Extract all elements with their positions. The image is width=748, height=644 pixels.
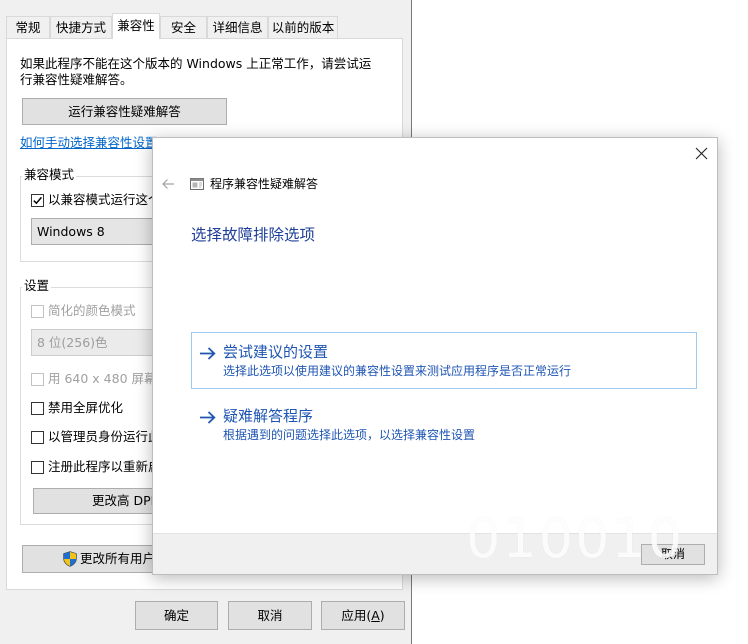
disable-fullscreen-optimization-label: 禁用全屏优化: [48, 400, 124, 415]
arrow-right-icon: [200, 347, 216, 360]
option-title: 尝试建议的设置: [223, 343, 329, 361]
option-description: 选择此选项以使用建议的兼容性设置来测试应用程序是否正常运行: [223, 364, 572, 378]
compat-mode-checkbox-label: 以兼容模式运行这个: [48, 192, 161, 207]
settings-group-label: 设置: [22, 278, 52, 294]
option-description: 根据遇到的问题选择此选项，以选择兼容性设置: [223, 428, 476, 442]
cancel-button[interactable]: 取消: [228, 601, 312, 630]
register-restart-checkbox[interactable]: [31, 461, 44, 474]
resolution-640-label: 用 640 x 480 屏幕分: [48, 371, 170, 386]
troubleshooter-icon: [190, 178, 204, 190]
dialog-heading: 选择故障排除选项: [191, 226, 316, 244]
ok-button[interactable]: 确定: [135, 601, 218, 630]
compat-mode-group-label: 兼容模式: [22, 167, 77, 183]
register-restart-label: 注册此程序以重新启: [48, 459, 161, 474]
tab-compatibility[interactable]: 兼容性: [112, 13, 160, 39]
manual-compat-settings-link[interactable]: 如何手动选择兼容性设置: [20, 135, 158, 151]
reduced-color-checkbox[interactable]: [31, 305, 44, 318]
option-title: 疑难解答程序: [223, 407, 314, 425]
apply-button[interactable]: 应用(A): [321, 601, 405, 630]
disable-fullscreen-optimization-checkbox[interactable]: [31, 402, 44, 415]
watermark: 010010: [466, 507, 685, 570]
back-arrow-icon[interactable]: [161, 178, 175, 190]
close-icon[interactable]: [695, 147, 708, 160]
run-as-admin-checkbox[interactable]: [31, 431, 44, 444]
option-try-recommended-settings[interactable]: 尝试建议的设置 选择此选项以使用建议的兼容性设置来测试应用程序是否正常运行: [191, 332, 697, 389]
checkmark-icon: [33, 196, 42, 205]
dialog-title: 程序兼容性疑难解答: [210, 177, 319, 191]
run-as-admin-label: 以管理员身份运行此: [48, 429, 161, 444]
run-compatibility-troubleshooter-button[interactable]: 运行兼容性疑难解答: [22, 98, 227, 125]
arrow-right-icon: [200, 411, 216, 424]
reduced-color-label: 简化的颜色模式: [48, 303, 136, 318]
shield-icon: [63, 551, 77, 567]
apply-label-suffix: ): [379, 608, 385, 623]
apply-accelerator-key: A: [371, 608, 380, 623]
option-troubleshoot-program[interactable]: 疑难解答程序 根据遇到的问题选择此选项，以选择兼容性设置: [191, 396, 697, 453]
resolution-640-checkbox[interactable]: [31, 373, 44, 386]
apply-label-prefix: 应用(: [341, 608, 372, 623]
compat-mode-checkbox[interactable]: [31, 194, 44, 207]
intro-text: 如果此程序不能在这个版本的 Windows 上正常工作，请尝试运行兼容性疑难解答…: [20, 56, 372, 87]
